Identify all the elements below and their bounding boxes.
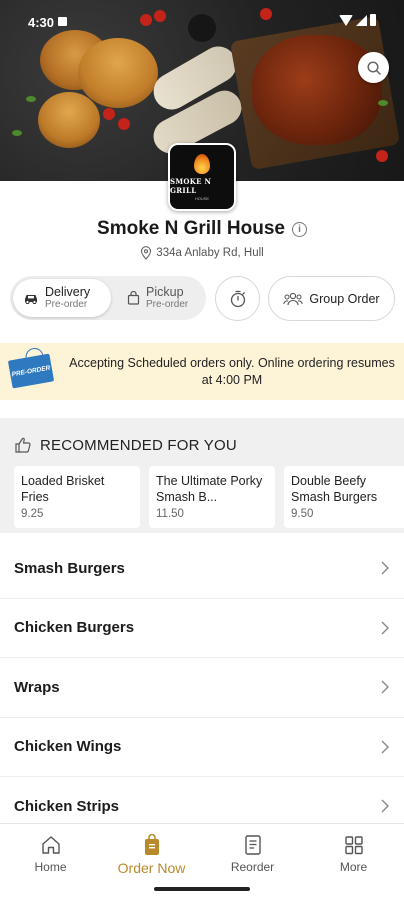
grid-icon [344, 836, 363, 855]
scheduled-orders-notice: PRE-ORDER Accepting Scheduled orders onl… [0, 343, 404, 400]
receipt-icon [244, 835, 261, 855]
nav-more-label: More [339, 860, 368, 874]
recommended-item-card[interactable]: The Ultimate Porky Smash B... 11.50 [149, 466, 275, 528]
delivery-label: Delivery [45, 285, 91, 300]
category-item-chicken-burgers[interactable]: Chicken Burgers [0, 599, 404, 658]
category-label: Chicken Strips [14, 797, 120, 815]
recommended-item-price: 9.50 [291, 508, 314, 520]
spacer [0, 400, 404, 418]
preorder-tag-text: PRE-ORDER [11, 364, 51, 378]
logo-subtext: HOUSE [194, 195, 210, 201]
status-time: 4:30 [28, 15, 55, 30]
nav-home-label: Home [34, 860, 67, 874]
info-icon[interactable]: i [291, 221, 307, 237]
thumbs-up-icon [15, 437, 31, 453]
preorder-tag-icon: PRE-ORDER [7, 353, 55, 389]
recommended-item-card[interactable]: Double Beefy Smash Burgers 9.50 [284, 466, 404, 528]
search-icon [366, 60, 381, 75]
notice-text: Accepting Scheduled orders only. Online … [69, 356, 395, 387]
chevron-right-icon [381, 799, 389, 813]
recommended-item-card[interactable]: Loaded Brisket Fries 9.25 [14, 466, 140, 528]
order-bag-icon [144, 834, 159, 855]
recommended-item-name: Double Beefy Smash Burgers [291, 474, 378, 504]
nav-reorder[interactable]: Reorder [202, 834, 303, 874]
status-bar: 4:30 [0, 0, 404, 46]
search-button[interactable] [358, 52, 389, 83]
battery-icon [370, 14, 376, 26]
restaurant-title-row: Smoke N Grill House i [0, 218, 404, 240]
recommended-header: RECOMMENDED FOR YOU [14, 436, 237, 454]
recommended-item-name: Loaded Brisket Fries [21, 474, 105, 504]
logo-text: SMOKE N GRILL [170, 176, 212, 195]
chevron-right-icon [381, 740, 389, 754]
restaurant-name: Smoke N Grill House [97, 218, 285, 239]
leaf-image [12, 130, 22, 136]
nav-more[interactable]: More [303, 834, 404, 874]
group-order-button[interactable]: Group Order [268, 276, 395, 321]
home-indicator[interactable] [154, 887, 250, 891]
delivery-sub: Pre-order [45, 299, 88, 311]
nav-home[interactable]: Home [0, 834, 101, 874]
recommended-item-price: 11.50 [156, 508, 184, 520]
burger-image [78, 38, 158, 108]
category-label: Wraps [14, 678, 60, 696]
flame-icon [194, 153, 210, 174]
stopwatch-icon [230, 290, 245, 307]
category-label: Smash Burgers [14, 559, 125, 577]
category-label: Chicken Wings [14, 738, 122, 756]
tomato-image [103, 108, 115, 120]
camera-cutout [188, 14, 216, 42]
group-order-label: Group Order [309, 291, 380, 306]
pickup-label: Pickup [146, 285, 184, 300]
tomato-image [376, 150, 388, 162]
recommended-item-price: 9.25 [21, 508, 44, 520]
leaf-image [26, 96, 36, 102]
nav-order-now-label: Order Now [117, 860, 186, 876]
bottom-navigation: Home Order Now Reorder More [0, 823, 404, 900]
pickup-sub: Pre-order [146, 299, 189, 311]
car-icon [25, 295, 37, 304]
leaf-image [378, 100, 388, 106]
nav-order-now[interactable]: Order Now [101, 834, 202, 876]
chicken-wings-image [252, 35, 382, 145]
category-item-wraps[interactable]: Wraps [0, 658, 404, 718]
shopping-bag-icon [127, 291, 140, 305]
order-mode-toggle: Delivery Pre-order Pickup Pre-order [10, 276, 206, 320]
chevron-right-icon [381, 621, 389, 635]
group-people-icon [283, 292, 304, 305]
wifi-icon [339, 14, 353, 26]
category-item-chicken-wings[interactable]: Chicken Wings [0, 718, 404, 777]
address-row: 334a Anlaby Rd, Hull [0, 246, 404, 260]
nav-reorder-label: Reorder [230, 860, 275, 874]
chevron-right-icon [381, 680, 389, 694]
restaurant-logo: SMOKE N GRILL HOUSE [168, 143, 236, 211]
chevron-right-icon [381, 561, 389, 575]
menu-category-list: Smash Burgers Chicken Burgers Wraps Chic… [0, 539, 404, 837]
location-pin-icon [141, 246, 152, 260]
category-label: Chicken Burgers [14, 619, 135, 637]
recommended-title: RECOMMENDED FOR YOU [40, 436, 237, 454]
burger-image [38, 92, 100, 148]
tomato-image [118, 118, 130, 130]
recommended-section: RECOMMENDED FOR YOU Loaded Brisket Fries… [0, 418, 404, 533]
schedule-time-button[interactable] [215, 276, 260, 321]
sim-icon [58, 17, 67, 26]
pickup-option[interactable]: Pickup Pre-order [117, 279, 203, 317]
category-item-smash-burgers[interactable]: Smash Burgers [0, 539, 404, 599]
home-icon [41, 836, 60, 854]
delivery-option[interactable]: Delivery Pre-order [13, 279, 111, 317]
recommended-item-name: The Ultimate Porky Smash B... [156, 474, 263, 504]
restaurant-address: 334a Anlaby Rd, Hull [156, 247, 264, 259]
signal-icon [356, 14, 367, 26]
